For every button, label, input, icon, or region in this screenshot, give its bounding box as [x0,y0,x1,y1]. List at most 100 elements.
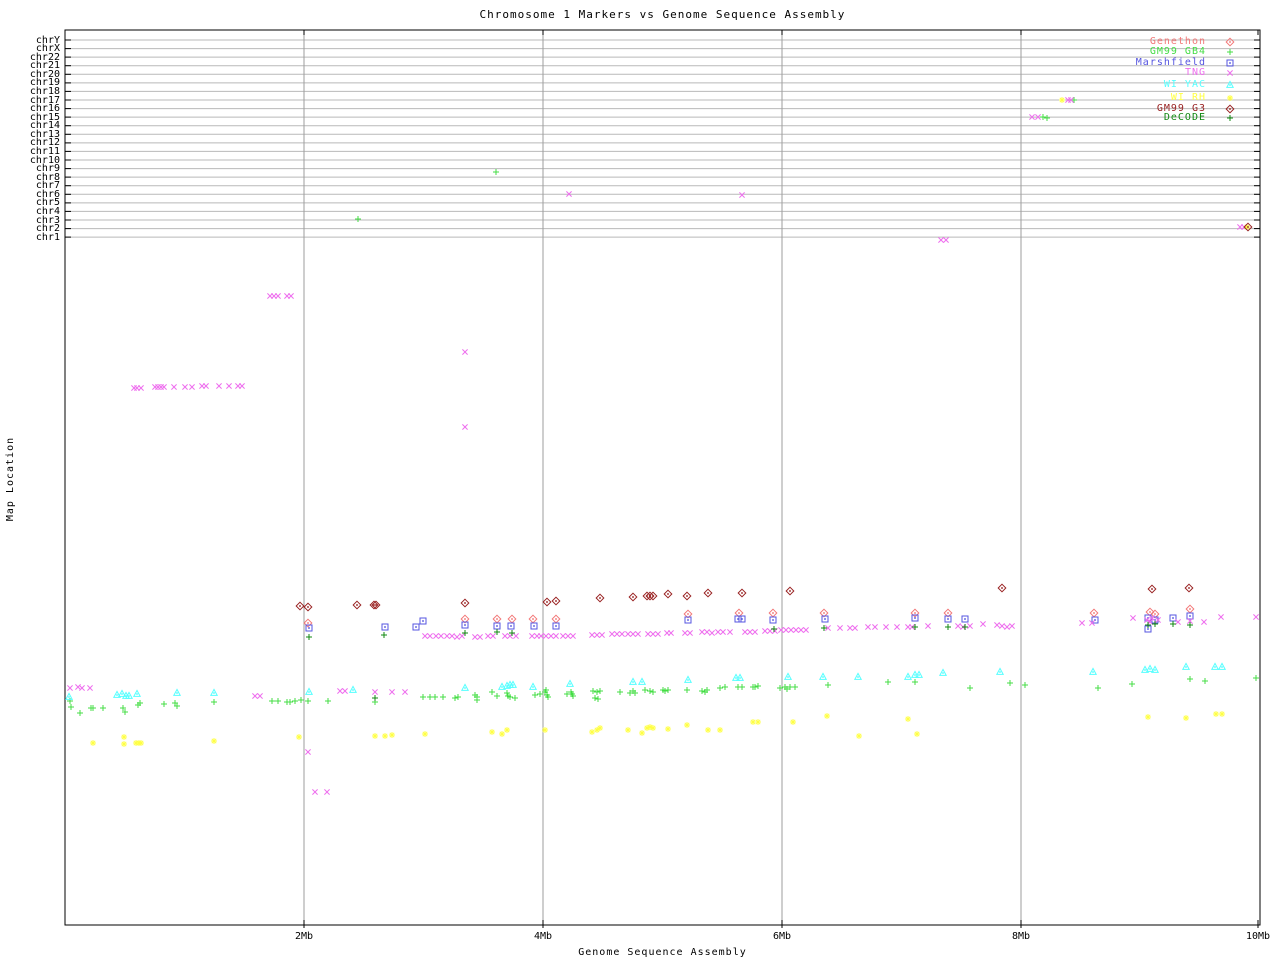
point-wi-yac [683,675,693,683]
point-gm99-gb4 [885,679,891,685]
point-tng [477,634,483,640]
point-gm99-gb4 [432,694,438,700]
point-tng [1201,619,1207,625]
point-wi-yac [1145,664,1155,672]
plot-area [64,29,1261,928]
point-wi-yac [853,672,863,680]
point-gm99-g3 [551,596,561,606]
point-tng [635,631,641,637]
legend-label-gm99-gb4: GM99 GB4 [1149,46,1206,57]
point-tng [980,621,986,627]
point-tng [589,632,595,638]
point-wi-rh [422,731,428,737]
point-gm99-gb4 [455,694,461,700]
point-wi-rh [90,740,96,746]
point-gm99-gb4 [1022,682,1028,688]
point-tng [793,627,799,633]
point-tng [699,629,705,635]
point-wi-yac [938,668,948,676]
point-tng [529,633,535,639]
point-wi-rh [504,727,510,733]
point-tng [594,632,600,638]
point-gm99-gb4 [597,688,603,694]
point-tng [967,623,973,629]
point-tng [226,383,232,389]
point-tng [324,789,330,795]
point-tng [803,627,809,633]
point-wi-rh [489,729,495,735]
point-wi-yac [1181,662,1191,670]
point-gm99-g3 [595,593,605,603]
point-tng [1218,614,1224,620]
point-tng [894,624,900,630]
point-tng [747,629,753,635]
point-tng [454,634,460,640]
point-tng [138,385,144,391]
point-tng [161,384,167,390]
point-gm99-g3 [1184,583,1194,593]
point-marshfield [552,622,560,630]
point-tng [630,631,636,637]
point-gm99-g3 [682,591,692,601]
point-wi-rh [717,727,723,733]
point-gm99-gb4 [739,684,745,690]
point-tng [485,633,491,639]
point-wi-rh [856,733,862,739]
point-tng [999,623,1005,629]
legend-symbol-wi-rh [1227,95,1233,101]
point-wi-rh [705,727,711,733]
point-wi-rh [121,741,127,747]
point-gm99-gb4 [305,698,311,704]
point-gm99-g3 [460,598,470,608]
point-tng [614,631,620,637]
point-tng [704,629,710,635]
point-wi-yac [903,672,913,680]
point-wi-rh [121,734,127,740]
point-tng [275,293,281,299]
point-wi-yac [995,667,1005,675]
point-gm99-gb4 [68,704,74,710]
point-gm99-gb4 [825,682,831,688]
point-decode [1145,622,1151,628]
point-gm99-g3 [737,588,747,598]
point-gm99-g3 [295,601,305,611]
point-wi-yac [783,672,793,680]
legend-label-wi-rh: WI RH [1170,92,1206,103]
point-tng [788,627,794,633]
point-wi-yac [64,692,74,700]
point-marshfield [738,615,746,623]
point-wi-rh [650,725,656,731]
point-tng [239,383,245,389]
point-tng [543,633,549,639]
point-decode [509,630,515,636]
point-wi-rh [665,726,671,732]
point-gm99-gb4 [684,687,690,693]
point-genethon [1185,604,1195,614]
point-genethon [551,614,561,624]
point-gm99-gb4 [77,710,83,716]
point-gm99-gb4 [161,701,167,707]
point-tng [955,623,961,629]
point-decode [912,624,918,630]
point-tng [645,631,651,637]
point-tng [570,633,576,639]
point-tng [433,633,439,639]
point-gm99-gb4 [722,684,728,690]
point-gm99-gb4 [647,688,653,694]
plot-frame [64,29,1261,926]
point-tng [994,622,1000,628]
point-tng [655,631,661,637]
point-wi-rh [639,730,645,736]
point-wi-rh [211,738,217,744]
point-tng [682,630,688,636]
point-gm99-gb4 [440,694,446,700]
point-wi-yac [818,672,828,680]
point-decode [381,632,387,638]
point-tng [459,633,465,639]
point-wi-yac [1210,662,1220,670]
point-tng [847,625,853,631]
point-marshfield [734,615,742,623]
legend-label-wi-yac: WI YAC [1163,79,1206,90]
point-tng [609,631,615,637]
point-wi-yac [1217,662,1227,670]
